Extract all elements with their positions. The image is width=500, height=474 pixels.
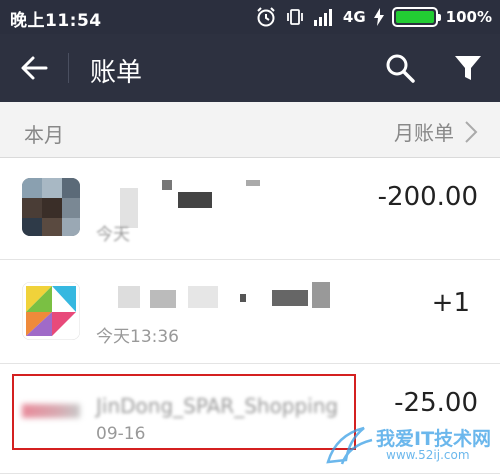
avatar — [22, 178, 80, 236]
watermark-url: www.52ij.com — [386, 448, 470, 462]
redacted-text — [188, 286, 218, 308]
app-bar: 账单 — [0, 34, 500, 102]
transaction-row[interactable]: 今天 -200.00 — [0, 158, 500, 260]
transaction-date: 今天13:36 — [96, 327, 179, 347]
redacted-text — [246, 180, 260, 186]
battery-icon — [391, 7, 441, 27]
page-title: 账单 — [90, 58, 143, 88]
network-type: 4G — [342, 8, 366, 26]
transaction-amount: +1 — [431, 288, 470, 318]
filter-button[interactable] — [448, 48, 488, 88]
signal-icon — [313, 8, 335, 26]
redacted-text — [240, 294, 246, 302]
transaction-amount: -25.00 — [394, 388, 478, 418]
status-icons: 4G 100% — [255, 5, 492, 29]
redacted-text — [178, 192, 212, 208]
chevron-right-icon — [465, 120, 478, 143]
redacted-text — [118, 286, 140, 308]
watermark-text: 我爱IT技术网 — [376, 428, 492, 450]
watermark: 我爱IT技术网 www.52ij.com — [324, 422, 494, 470]
redacted-text — [312, 282, 330, 308]
redacted-text — [150, 290, 176, 308]
search-button[interactable] — [380, 48, 420, 88]
month-section-header: 本月 月账单 — [0, 102, 500, 158]
month-label: 本月 — [24, 123, 64, 147]
back-button[interactable] — [14, 48, 54, 88]
vibrate-icon — [285, 7, 305, 27]
highlight-box — [12, 374, 356, 450]
redacted-text — [162, 180, 172, 190]
charging-icon — [373, 8, 384, 26]
battery-percent: 100% — [445, 8, 492, 26]
arrow-left-icon — [21, 56, 48, 80]
monthly-bill-label: 月账单 — [394, 121, 454, 145]
transaction-amount: -200.00 — [377, 182, 478, 212]
search-icon — [386, 54, 415, 83]
battery-fill — [395, 11, 434, 23]
app-logo — [22, 282, 80, 340]
app-bar-divider — [68, 53, 69, 83]
monthly-bill-link[interactable]: 月账单 — [394, 117, 478, 146]
transaction-date: 今天 — [96, 225, 130, 245]
filter-icon — [455, 56, 481, 80]
redacted-text — [272, 290, 308, 306]
status-bar: 晚上11:54 4G 100% — [0, 0, 500, 34]
alarm-clock-icon — [255, 6, 277, 28]
transaction-row[interactable]: 今天13:36 +1 — [0, 260, 500, 364]
watermark-logo-icon — [326, 426, 373, 465]
status-time: 晚上11:54 — [10, 11, 102, 31]
